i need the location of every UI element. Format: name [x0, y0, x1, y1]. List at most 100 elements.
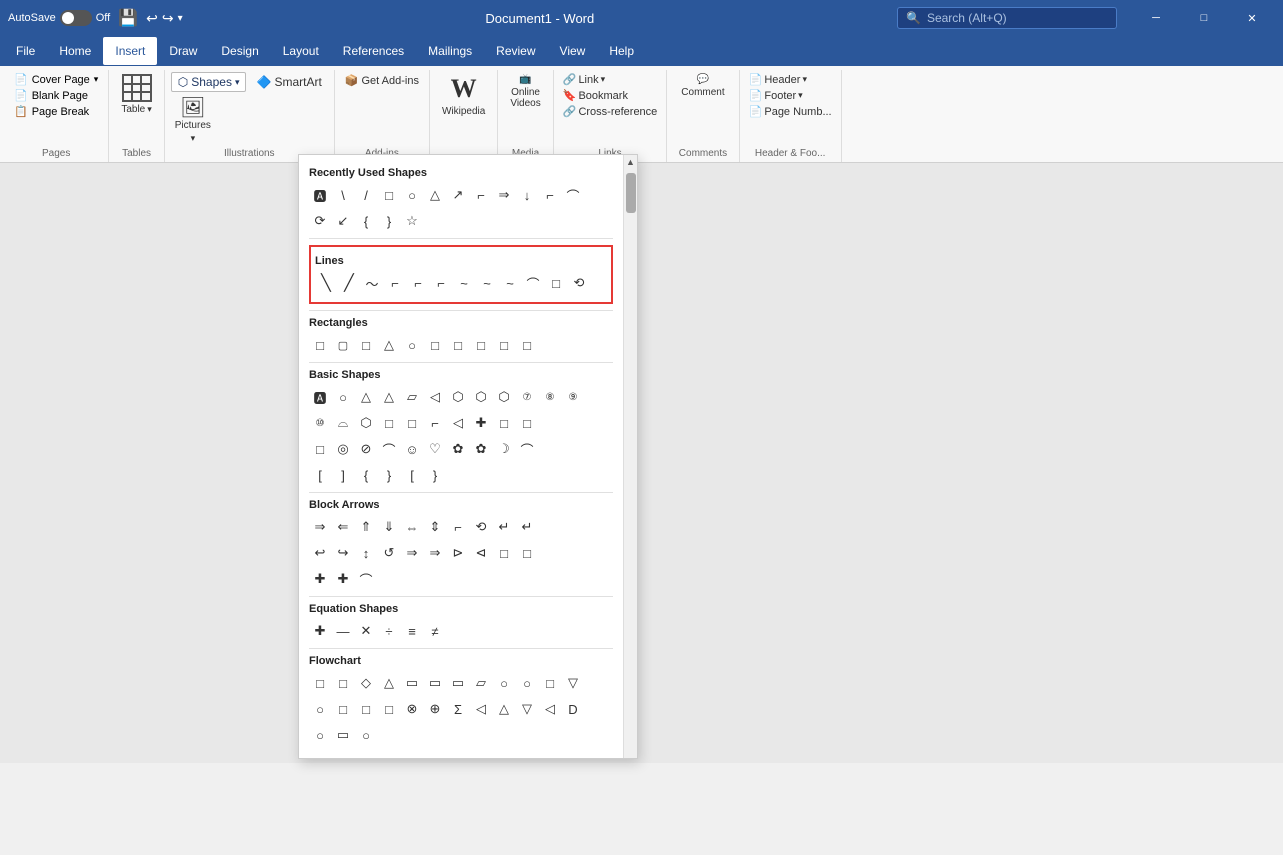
shape-rect[interactable]: □ — [378, 184, 400, 206]
fc-spool[interactable]: △ — [378, 672, 400, 694]
ba-down[interactable]: ⇓ — [378, 516, 400, 538]
fc-display[interactable]: ○ — [355, 724, 377, 746]
shape-line-1[interactable]: \ — [332, 184, 354, 206]
line-angle2[interactable]: ⌐ — [407, 272, 429, 294]
shape-brace-l[interactable]: { — [355, 210, 377, 232]
fc-or[interactable]: ⊕ — [424, 698, 446, 720]
menu-item-help[interactable]: Help — [597, 37, 646, 65]
bs-half[interactable]: □ — [401, 412, 423, 434]
scroll-thumb[interactable] — [626, 173, 636, 213]
fc-alt[interactable]: □ — [332, 672, 354, 694]
menu-item-draw[interactable]: Draw — [157, 37, 209, 65]
rect-v5[interactable]: □ — [516, 334, 538, 356]
maximize-button[interactable]: □ — [1181, 0, 1227, 36]
bs-num7[interactable]: ⑦ — [516, 386, 538, 408]
bs-bracket[interactable]: ⌒ — [516, 438, 538, 460]
page-number-button[interactable]: 📄 Page Numb... — [746, 104, 835, 119]
bs-brack1[interactable]: [ — [309, 464, 331, 486]
document-area[interactable] — [0, 163, 1283, 763]
page-break-button[interactable]: 📋 Page Break — [10, 104, 102, 119]
menu-item-mailings[interactable]: Mailings — [416, 37, 484, 65]
ba-strip1[interactable]: □ — [493, 542, 515, 564]
shape-arc[interactable]: ⌒ — [562, 184, 584, 206]
eq-minus[interactable]: — — [332, 620, 354, 642]
line-straight[interactable]: ╲ — [315, 272, 337, 294]
shapes-panel-scrollbar[interactable]: ▲ — [623, 155, 637, 758]
ba-strip2[interactable]: □ — [516, 542, 538, 564]
shape-arrow-1[interactable]: ↗ — [447, 184, 469, 206]
bs-square2[interactable]: □ — [309, 438, 331, 460]
menu-item-review[interactable]: Review — [484, 37, 547, 65]
menu-item-view[interactable]: View — [548, 37, 598, 65]
shape-arrow-right[interactable]: ⇒ — [493, 184, 515, 206]
bs-num9[interactable]: ⑨ — [562, 386, 584, 408]
rect-v2[interactable]: □ — [447, 334, 469, 356]
eq-notequal[interactable]: ≠ — [424, 620, 446, 642]
bs-sun[interactable]: ✿ — [470, 438, 492, 460]
fc-sort[interactable]: ◁ — [470, 698, 492, 720]
bs-beam[interactable]: ◁ — [447, 412, 469, 434]
fc-connector[interactable]: □ — [332, 698, 354, 720]
bs-brack2[interactable]: ] — [332, 464, 354, 486]
shape-arrow-down[interactable]: ↓ — [516, 184, 538, 206]
ba-bend1[interactable]: ↵ — [493, 516, 515, 538]
ba-right[interactable]: ⇒ — [309, 516, 331, 538]
line-freehand[interactable]: □ — [545, 272, 567, 294]
shape-bracket-1[interactable]: ⌐ — [470, 184, 492, 206]
bs-tri2[interactable]: △ — [378, 386, 400, 408]
shapes-panel-scroll[interactable]: Recently Used Shapes 🅰 \ / □ ○ △ ↗ ⌐ ⇒ ↓… — [299, 155, 623, 758]
eq-equal[interactable]: ≡ — [401, 620, 423, 642]
undo-icon[interactable]: ↩ — [146, 10, 158, 27]
ba-pent1[interactable]: ⇒ — [401, 542, 423, 564]
link-button[interactable]: 🔗 Link ▾ — [560, 72, 661, 87]
ba-corner1[interactable]: ⌐ — [447, 516, 469, 538]
fc-off-page[interactable]: ○ — [309, 698, 331, 720]
bs-hex1[interactable]: ⬡ — [447, 386, 469, 408]
fc-internal[interactable]: ▭ — [447, 672, 469, 694]
smartart-button[interactable]: 🔷 SmartArt — [250, 73, 327, 91]
bs-pie[interactable]: ⌓ — [332, 412, 354, 434]
fc-predefined[interactable]: ▭ — [424, 672, 446, 694]
fc-extract[interactable]: △ — [493, 698, 515, 720]
rect-v3[interactable]: □ — [470, 334, 492, 356]
wikipedia-button[interactable]: W Wikipedia — [436, 72, 491, 119]
menu-item-insert[interactable]: Insert — [103, 37, 157, 65]
fc-data[interactable]: ▭ — [401, 672, 423, 694]
eq-times[interactable]: ✕ — [355, 620, 377, 642]
shape-star[interactable]: ☆ — [401, 210, 423, 232]
fc-mag-disk[interactable]: ○ — [309, 724, 331, 746]
fc-punch[interactable]: □ — [378, 698, 400, 720]
bs-frame[interactable]: □ — [378, 412, 400, 434]
bs-tri1[interactable]: △ — [355, 386, 377, 408]
ba-ud[interactable]: ⇕ — [424, 516, 446, 538]
fc-store[interactable]: ◁ — [539, 698, 561, 720]
bs-oct[interactable]: ⬡ — [493, 386, 515, 408]
shape-freeform[interactable]: ⟳ — [309, 210, 331, 232]
rect-snipped[interactable]: □ — [355, 334, 377, 356]
shape-corner[interactable]: ⌐ — [539, 184, 561, 206]
ba-bend2[interactable]: ↵ — [516, 516, 538, 538]
autosave-toggle[interactable] — [60, 10, 92, 26]
bs-cube[interactable]: □ — [493, 412, 515, 434]
rect-v1[interactable]: □ — [424, 334, 446, 356]
shape-text-box[interactable]: 🅰 — [309, 184, 331, 206]
bs-hex3[interactable]: ⬡ — [355, 412, 377, 434]
ba-turn1[interactable]: ⟲ — [470, 516, 492, 538]
rect-rounded[interactable]: ▢ — [332, 334, 354, 356]
bs-corner[interactable]: ⌐ — [424, 412, 446, 434]
shape-brace-r[interactable]: } — [378, 210, 400, 232]
line-angle3[interactable]: ⌐ — [430, 272, 452, 294]
menu-item-home[interactable]: Home — [47, 37, 103, 65]
search-bar[interactable]: 🔍 — [897, 7, 1117, 29]
bookmark-button[interactable]: 🔖 Bookmark — [560, 88, 661, 103]
bs-brace1[interactable]: { — [355, 464, 377, 486]
bs-plus[interactable]: ✚ — [470, 412, 492, 434]
customize-icon[interactable]: ▾ — [178, 13, 183, 24]
bs-num10[interactable]: ⑩ — [309, 412, 331, 434]
fc-multidoc[interactable]: ○ — [493, 672, 515, 694]
ba-back[interactable]: ↩ — [309, 542, 331, 564]
rect-cut[interactable]: △ — [378, 334, 400, 356]
shape-curve[interactable]: ↙ — [332, 210, 354, 232]
line-squiggle1[interactable]: ~ — [453, 272, 475, 294]
bs-rtri[interactable]: ◁ — [424, 386, 446, 408]
